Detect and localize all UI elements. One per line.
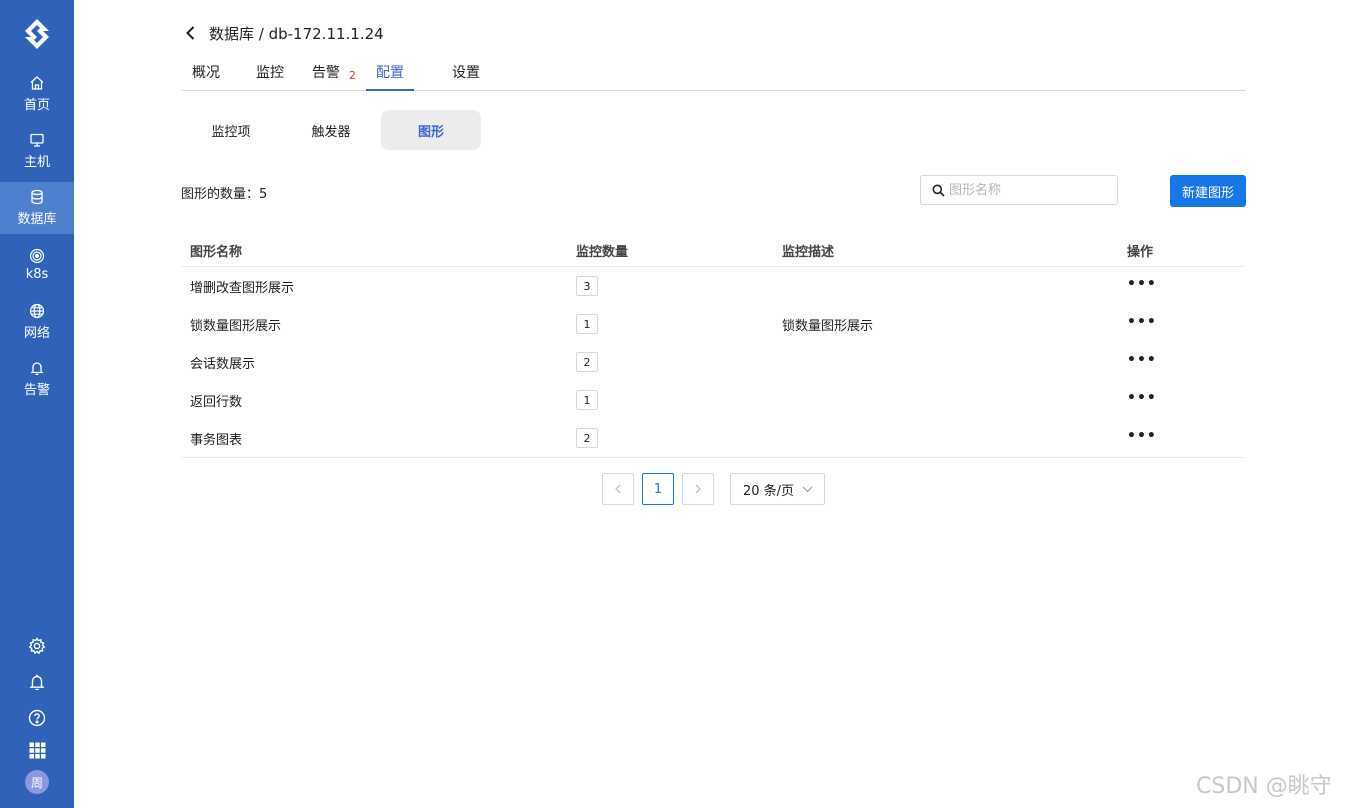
tab-monitor[interactable]: 监控 bbox=[256, 62, 284, 89]
tab-settings[interactable]: 设置 bbox=[452, 62, 480, 89]
monitor-count: 3 bbox=[576, 276, 598, 296]
graph-name: 会话数展示 bbox=[190, 357, 256, 372]
sidebar-item-label: 网络 bbox=[23, 326, 50, 341]
monitor-count: 2 bbox=[576, 352, 598, 372]
sidebar-item-alert[interactable]: 告警 bbox=[0, 353, 74, 405]
sidebar-item-label: k8s bbox=[25, 267, 49, 282]
more-actions-button[interactable]: ••• bbox=[1127, 391, 1157, 405]
settings-button[interactable] bbox=[0, 634, 74, 658]
sidebar-item-k8s[interactable]: k8s bbox=[0, 239, 74, 291]
sidebar-item-network[interactable]: 网络 bbox=[0, 296, 74, 348]
help-button[interactable] bbox=[0, 706, 74, 730]
chevron-left-icon bbox=[615, 484, 621, 494]
column-header-description: 监控描述 bbox=[782, 245, 835, 260]
table-row: 返回行数 1 ••• bbox=[181, 381, 1246, 419]
globe-icon bbox=[29, 303, 45, 319]
column-header-actions: 操作 bbox=[1127, 245, 1154, 260]
user-avatar-button[interactable]: 周 bbox=[0, 770, 74, 794]
help-icon bbox=[28, 709, 46, 727]
page-number-current[interactable]: 1 bbox=[642, 473, 674, 505]
notifications-button[interactable] bbox=[0, 670, 74, 694]
sidebar-item-label: 首页 bbox=[23, 98, 50, 113]
monitor-count: 1 bbox=[576, 314, 598, 334]
k8s-icon bbox=[29, 248, 45, 264]
table-row: 增删改查图形展示 3 ••• bbox=[181, 267, 1246, 305]
search-icon bbox=[932, 184, 945, 197]
sidebar-item-label: 告警 bbox=[23, 383, 50, 398]
subtab-graphs[interactable]: 图形 bbox=[381, 110, 481, 150]
more-actions-button[interactable]: ••• bbox=[1127, 353, 1157, 367]
table-header: 图形名称 监控数量 监控描述 操作 bbox=[181, 232, 1246, 267]
home-icon bbox=[30, 76, 44, 90]
graph-name: 增删改查图形展示 bbox=[190, 281, 295, 296]
avatar: 周 bbox=[25, 770, 49, 794]
tab-config[interactable]: 配置 bbox=[366, 62, 414, 91]
more-actions-button[interactable]: ••• bbox=[1127, 315, 1157, 329]
sidebar-item-label: 主机 bbox=[23, 155, 50, 170]
tab-alerts[interactable]: 告警 bbox=[312, 62, 340, 89]
sidebar-item-label: 数据库 bbox=[17, 212, 57, 227]
tab-overview[interactable]: 概况 bbox=[192, 62, 220, 89]
table-row: 会话数展示 2 ••• bbox=[181, 343, 1246, 381]
page-size-select[interactable]: 20 条/页 bbox=[730, 473, 825, 505]
chevron-right-icon bbox=[695, 484, 701, 494]
sidebar-item-home[interactable]: 首页 bbox=[0, 68, 74, 120]
chevron-left-icon bbox=[186, 26, 195, 40]
alert-count-badge: 2 bbox=[349, 69, 356, 82]
page-size-value: 20 条/页 bbox=[743, 483, 795, 499]
tab-bar: 概况 监控 告警 2 配置 设置 bbox=[181, 58, 1246, 91]
next-page-button[interactable] bbox=[682, 473, 714, 505]
graph-description: 锁数量图形展示 bbox=[782, 319, 874, 334]
sidebar: 首页 主机 数据库 k8s 网络 告警 周 bbox=[0, 0, 74, 808]
bell-icon bbox=[30, 362, 44, 376]
database-icon bbox=[31, 189, 43, 205]
gear-icon bbox=[28, 637, 46, 655]
column-header-count: 监控数量 bbox=[576, 245, 629, 260]
chevron-down-icon bbox=[802, 486, 813, 493]
monitor-icon bbox=[30, 133, 44, 147]
graph-name: 锁数量图形展示 bbox=[190, 319, 282, 334]
more-actions-button[interactable]: ••• bbox=[1127, 277, 1157, 291]
graph-count-label: 图形的数量：5 bbox=[181, 187, 268, 202]
subtab-monitor-items[interactable]: 监控项 bbox=[181, 110, 281, 150]
table-row: 事务图表 2 ••• bbox=[181, 419, 1246, 458]
monitor-count: 1 bbox=[576, 390, 598, 410]
graph-table: 图形名称 监控数量 监控描述 操作 增删改查图形展示 3 ••• 锁数量图形展示… bbox=[181, 232, 1246, 458]
sidebar-item-database[interactable]: 数据库 bbox=[0, 182, 74, 234]
more-actions-button[interactable]: ••• bbox=[1127, 429, 1157, 443]
column-header-name: 图形名称 bbox=[190, 245, 243, 260]
monitor-count: 2 bbox=[576, 428, 598, 448]
app-logo[interactable] bbox=[0, 14, 74, 54]
grid-icon bbox=[29, 742, 45, 758]
breadcrumb: 数据库 / db-172.11.1.24 bbox=[209, 25, 384, 43]
watermark: CSDN @眺守 bbox=[1196, 774, 1332, 799]
bell-icon bbox=[29, 674, 45, 691]
new-graph-button[interactable]: 新建图形 bbox=[1170, 175, 1246, 207]
logo-icon bbox=[25, 19, 49, 49]
sidebar-item-host[interactable]: 主机 bbox=[0, 125, 74, 177]
search-input[interactable] bbox=[949, 180, 1109, 200]
graph-name: 事务图表 bbox=[190, 433, 243, 448]
subtab-triggers[interactable]: 触发器 bbox=[281, 110, 381, 150]
prev-page-button[interactable] bbox=[602, 473, 634, 505]
table-row: 锁数量图形展示 1 锁数量图形展示 ••• bbox=[181, 305, 1246, 343]
back-button[interactable] bbox=[184, 25, 198, 41]
graph-name: 返回行数 bbox=[190, 395, 243, 410]
apps-button[interactable] bbox=[0, 738, 74, 762]
search-box[interactable] bbox=[920, 175, 1118, 205]
